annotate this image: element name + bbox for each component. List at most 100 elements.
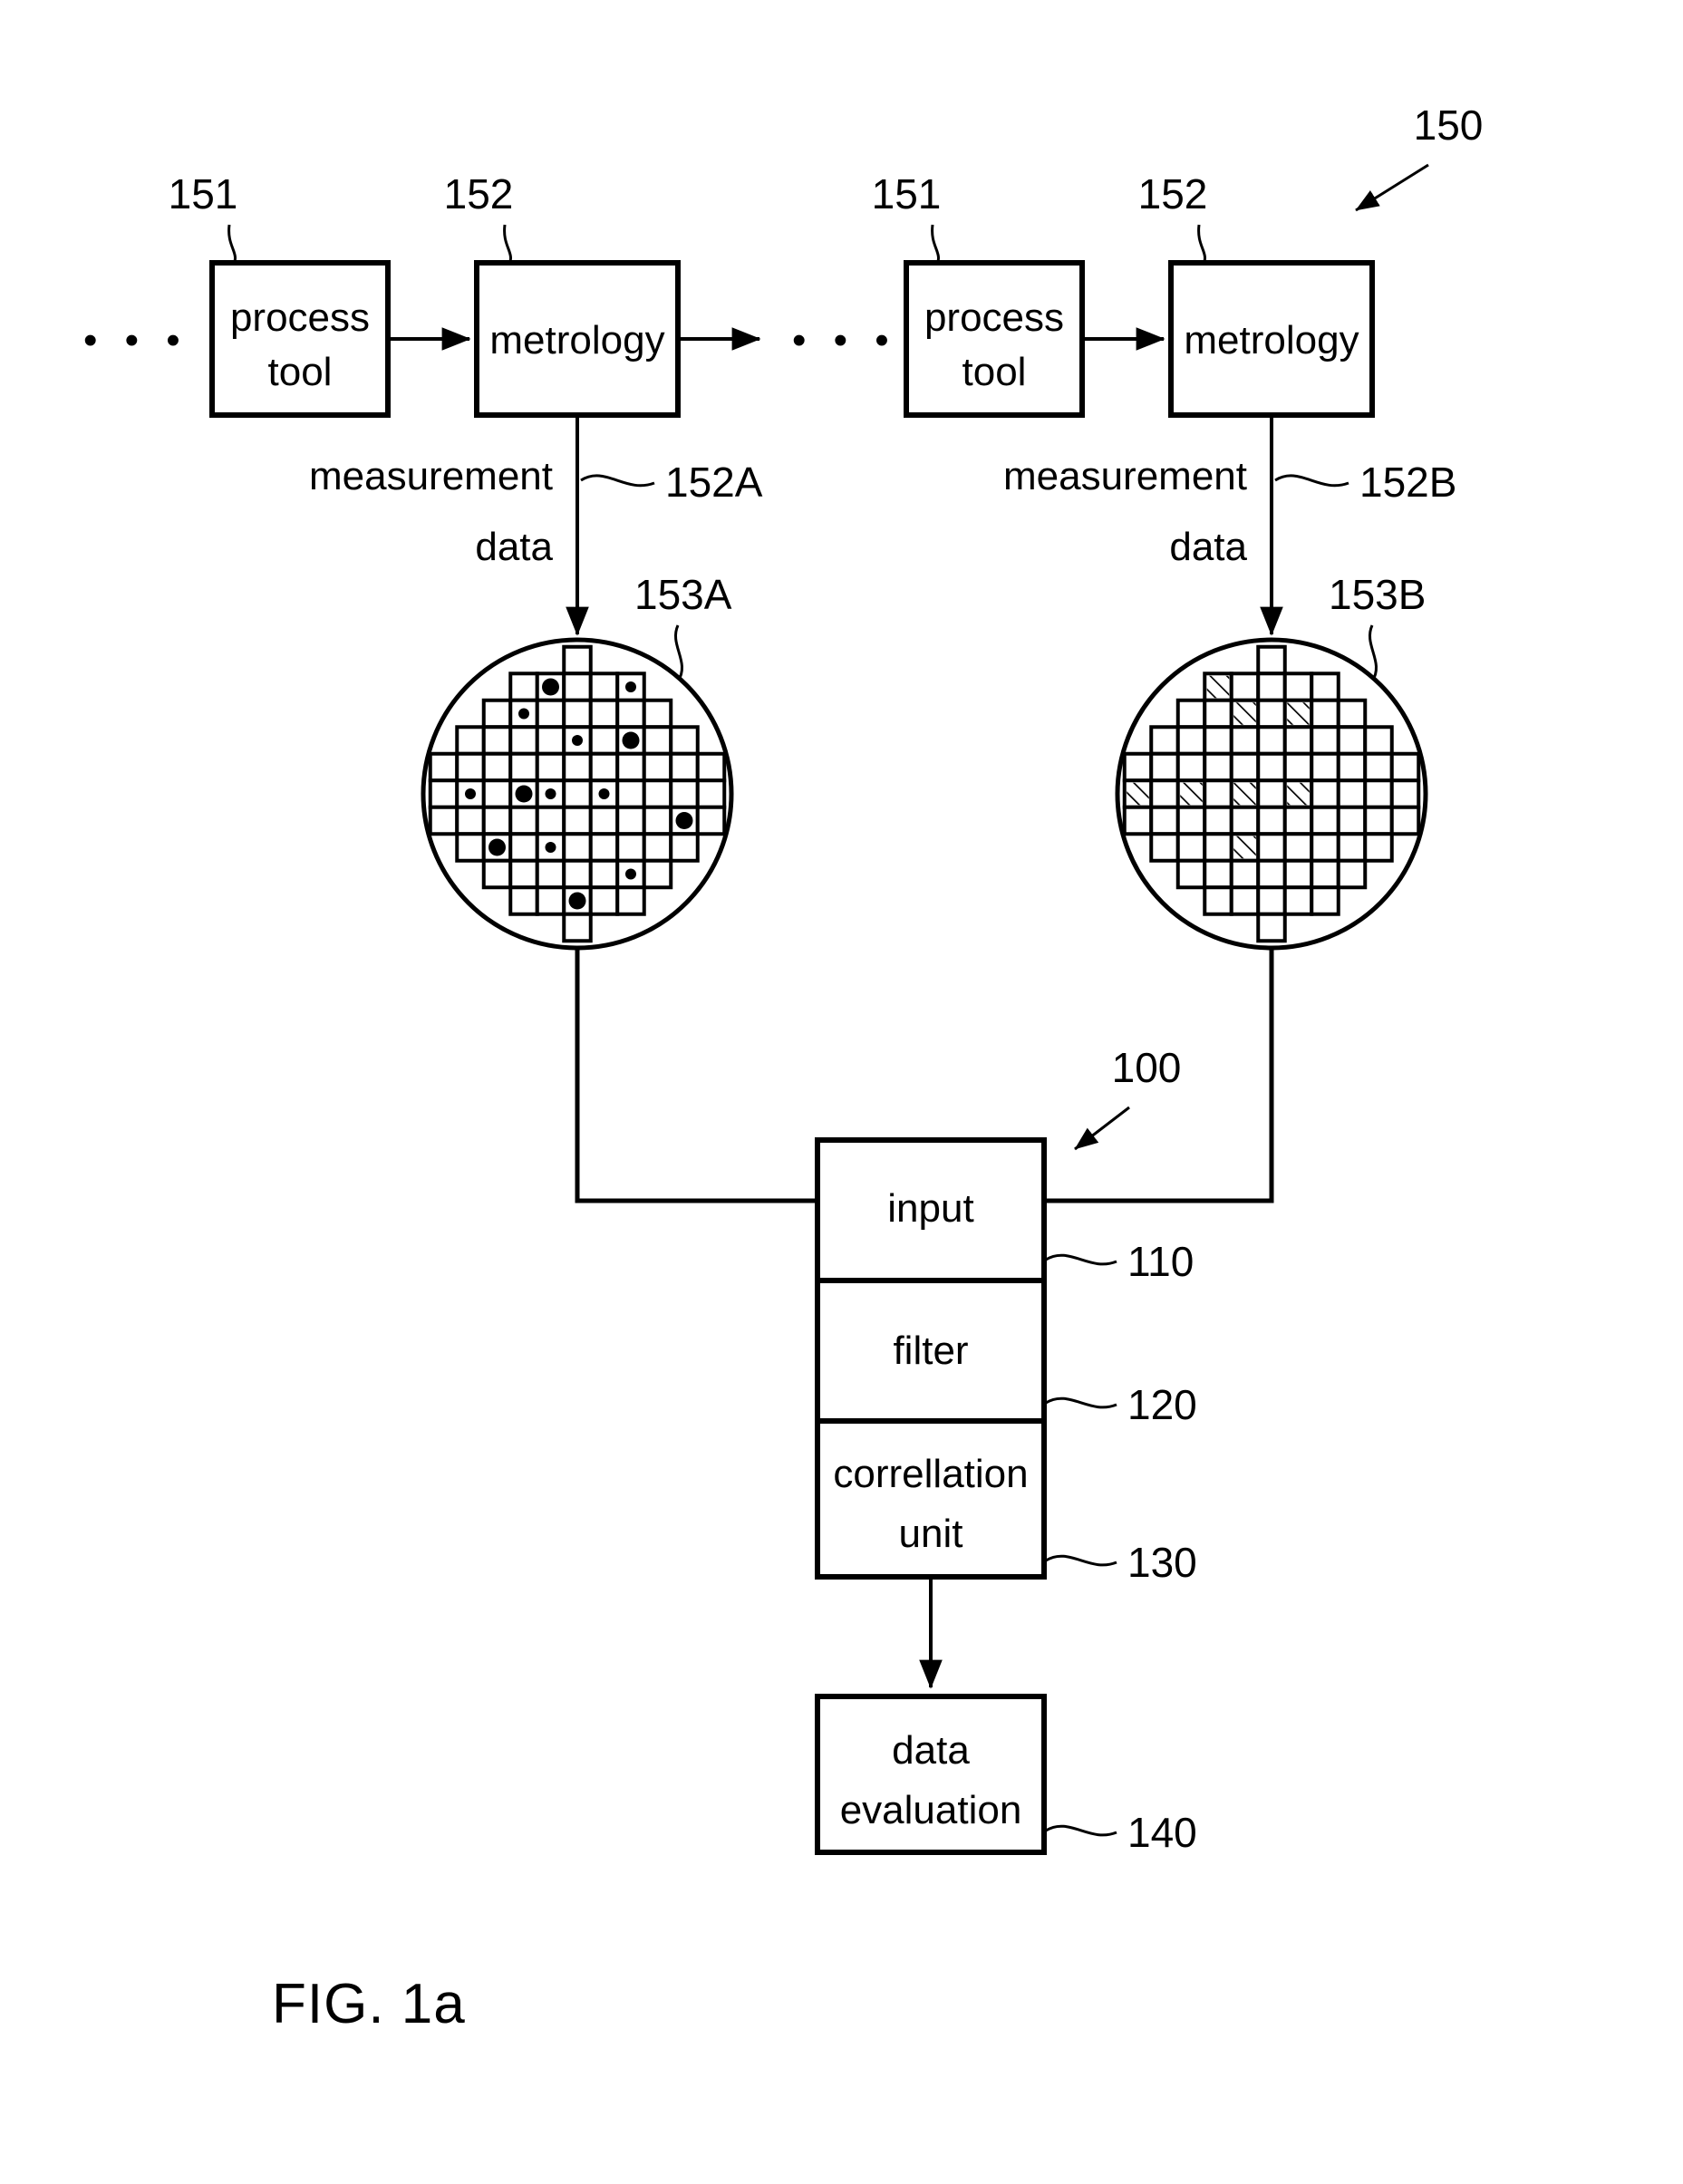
wafer-measurement-point <box>598 788 610 799</box>
wafer-measurement-point <box>488 838 506 856</box>
wafer-die-cell <box>1310 698 1340 730</box>
process-tool-label-line1-left: process <box>230 295 370 340</box>
wafer-die-cell <box>1203 858 1233 890</box>
wafer-die-cell <box>588 725 620 756</box>
wafer-die-cell <box>588 885 620 916</box>
wafer-die-cell <box>1310 885 1340 916</box>
wafer-die-cell <box>508 832 539 863</box>
wafer-measurement-point <box>515 785 533 803</box>
wafer-die-cell <box>1229 858 1261 890</box>
measurement-data-label-line2-right: data <box>1169 525 1247 569</box>
wafer-die-cell <box>1256 698 1287 730</box>
wafer-die-cell <box>428 778 459 809</box>
leader-152b <box>1274 474 1349 488</box>
wafer-die-cell <box>1336 858 1368 890</box>
leader-151-right <box>931 224 940 266</box>
wafer-die-cell <box>615 778 646 809</box>
leader-arrow-150 <box>1355 163 1429 212</box>
wafer-die-cell <box>588 805 620 836</box>
wafer-die-cell <box>508 885 539 916</box>
wafer-die-cell <box>428 751 459 783</box>
wafer-die-cell <box>615 885 646 916</box>
wafer-die-cell <box>535 858 566 890</box>
wafer-die-cell <box>588 698 620 730</box>
wafer-die-cell <box>1122 751 1154 783</box>
wafer-die-cell <box>428 805 459 836</box>
wafer-die-cell <box>1310 778 1340 809</box>
wafer-die-cell <box>615 698 646 730</box>
wafer-die-cell <box>588 858 620 890</box>
ref-151-left: 151 <box>169 170 238 217</box>
wafer-die-cell <box>481 725 513 756</box>
wafer-die-cell <box>481 778 513 809</box>
ref-140: 140 <box>1127 1809 1197 1856</box>
wafer-map-153B[interactable] <box>1115 637 1428 951</box>
ref-153B: 153B <box>1329 571 1426 618</box>
wafer-defect-cell <box>1180 782 1203 806</box>
wafer-die-cell <box>642 832 673 863</box>
ref-130: 130 <box>1127 1539 1197 1586</box>
wafer-die-cell <box>1229 672 1261 702</box>
wafer-defect-cell <box>1206 675 1230 699</box>
wafer-die-cell <box>1282 832 1314 863</box>
wafer-die-cell <box>1282 751 1314 783</box>
wafer-defect-cell <box>1233 702 1256 725</box>
wafer-measurement-point <box>572 735 583 746</box>
ref-150-system: 150 <box>1414 101 1484 149</box>
patent-figure-page: • • • process tool 151 metrology 152 • •… <box>0 0 1683 2184</box>
wafer-die-cell <box>1149 832 1180 863</box>
wafer-die-cell <box>1310 858 1340 890</box>
wafer-die-cell <box>1336 805 1368 836</box>
wafer-die-cell <box>1175 832 1207 863</box>
ref-152A: 152A <box>665 459 763 506</box>
wafer-die-cell <box>1282 885 1314 916</box>
wafer-die-cell <box>1229 751 1261 783</box>
wafer-die-cell <box>562 858 593 890</box>
wafer-map-153A[interactable] <box>421 637 734 951</box>
wafer-die-cell <box>1203 805 1233 836</box>
wafer-die-cell <box>588 751 620 783</box>
wafer-die-cell <box>1389 778 1421 809</box>
process-tool-label-line2-right: tool <box>962 350 1027 394</box>
wafer-measurement-point <box>625 681 636 692</box>
wafer-die-cell <box>1282 858 1314 890</box>
wafer-die-cell <box>455 751 486 783</box>
wafer-die-cell <box>1175 751 1207 783</box>
wafer-die-cell <box>1363 778 1394 809</box>
process-tool-label-line2-left: tool <box>268 350 333 394</box>
wafer-die-cell <box>1310 805 1340 836</box>
wafer-die-cell <box>642 805 673 836</box>
wafer-die-cell <box>1256 725 1287 756</box>
wafer-defect-cell <box>1233 836 1256 859</box>
wafer-die-cell <box>1389 805 1421 836</box>
analyzer-stage-input-label: input <box>887 1186 973 1231</box>
measurement-data-label-line2-left: data <box>475 525 553 569</box>
leader-153a <box>674 624 683 682</box>
leader-120 <box>1045 1396 1117 1409</box>
wafer-die-cell <box>1149 778 1180 809</box>
wafer-die-cell <box>642 751 673 783</box>
wafer-measurement-point <box>465 788 476 799</box>
wafer-die-cell <box>1310 751 1340 783</box>
process-tool-label-line1-right: process <box>924 295 1064 340</box>
leader-110 <box>1045 1253 1117 1266</box>
wafer-defect-cell <box>1287 782 1310 806</box>
wafer-die-cell <box>588 672 620 702</box>
wafer-die-cell <box>1256 751 1287 783</box>
wafer-die-cell <box>1229 805 1261 836</box>
wafer-die-cell <box>455 805 486 836</box>
wafer-die-cell <box>1310 832 1340 863</box>
wafer-die-cell <box>508 725 539 756</box>
ref-120: 120 <box>1127 1381 1197 1428</box>
ref-110: 110 <box>1127 1238 1194 1285</box>
wafer-die-cell <box>1336 832 1368 863</box>
wafer-die-cell <box>455 725 486 756</box>
wafer-die-cell <box>1363 725 1394 756</box>
wafer-die-cell <box>1256 644 1287 676</box>
analyzer-stage-correlation-label-line2: unit <box>899 1512 963 1556</box>
wafer-die-cell <box>1175 858 1207 890</box>
wafer-die-cell <box>1363 805 1394 836</box>
wafer-measurement-point <box>518 708 529 720</box>
wafer-measurement-point <box>545 842 556 853</box>
wafer-measurement-point <box>568 892 586 910</box>
